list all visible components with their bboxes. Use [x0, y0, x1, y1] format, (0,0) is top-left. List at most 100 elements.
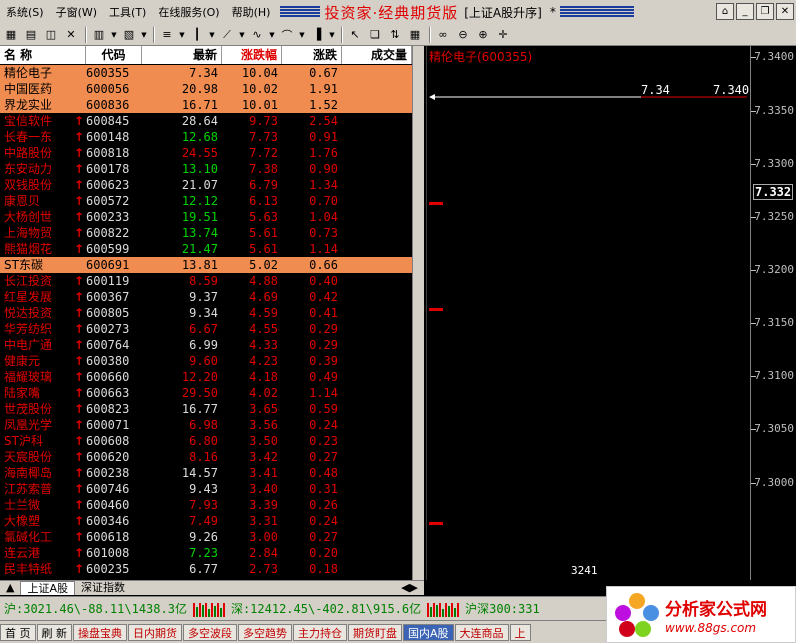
- nav-button[interactable]: 国内A股: [403, 623, 454, 641]
- table-row[interactable]: ST沪科 ↑ 600608 6.80 3.50 0.23: [0, 433, 424, 449]
- nav-button[interactable]: 操盘宝典: [73, 623, 127, 641]
- table-row[interactable]: 宝信软件 ↑ 600845 28.64 9.73 2.54: [0, 113, 424, 129]
- menu-tools[interactable]: 工具(T): [103, 4, 152, 20]
- table-row[interactable]: 中路股份 ↑ 600818 24.55 7.72 1.76: [0, 145, 424, 161]
- table-row[interactable]: 福耀玻璃 ↑ 600660 12.20 4.18 0.49: [0, 369, 424, 385]
- tab-sh-a[interactable]: 上证A股: [20, 581, 75, 595]
- cursor-icon[interactable]: ↖: [346, 26, 364, 44]
- stock-pct: 7.73: [249, 130, 278, 144]
- table-row[interactable]: 健康元 ↑ 600380 9.60 4.23 0.39: [0, 353, 424, 369]
- nav-button[interactable]: 期货盯盘: [348, 623, 402, 641]
- kline-icon[interactable]: ┃: [188, 26, 206, 44]
- header-chg[interactable]: 涨跌: [282, 46, 342, 64]
- chevron-down-icon[interactable]: ▼: [208, 26, 216, 44]
- table-row[interactable]: 长春一东 ↑ 600148 12.68 7.73 0.91: [0, 129, 424, 145]
- header-vol[interactable]: 成交量: [342, 46, 412, 64]
- line-draw-icon[interactable]: ⟋: [218, 26, 236, 44]
- link-icon[interactable]: ∞: [434, 26, 452, 44]
- stock-chg: 1.52: [309, 98, 338, 112]
- stock-pct: 7.72: [249, 146, 278, 160]
- minimize-icon[interactable]: _: [736, 3, 754, 20]
- close-icon[interactable]: ✕: [62, 26, 80, 44]
- table-row[interactable]: 天宸股份 ↑ 600620 8.16 3.42 0.27: [0, 449, 424, 465]
- chart-icon[interactable]: ▧: [120, 26, 138, 44]
- table-row[interactable]: 红星发展 ↑ 600367 9.37 4.69 0.42: [0, 289, 424, 305]
- nav-button[interactable]: 多空波段: [183, 623, 237, 641]
- up-arrow-icon: ↑: [73, 114, 84, 128]
- grid2-icon[interactable]: ▦: [406, 26, 424, 44]
- table-row[interactable]: 界龙实业 600836 16.71 10.01 1.52: [0, 97, 424, 113]
- stock-chg: 0.20: [309, 546, 338, 560]
- wave-icon[interactable]: ∿: [248, 26, 266, 44]
- table-row[interactable]: 凤凰光学 ↑ 600071 6.98 3.56 0.24: [0, 417, 424, 433]
- crosshair-icon[interactable]: ✛: [494, 26, 512, 44]
- table-row[interactable]: 中国医药 600056 20.98 10.02 1.91: [0, 81, 424, 97]
- chevron-down-icon[interactable]: ▼: [298, 26, 306, 44]
- tab-sz-index[interactable]: 深证指数: [75, 581, 131, 595]
- zoomin-icon[interactable]: ⊕: [474, 26, 492, 44]
- menu-online-service[interactable]: 在线服务(O): [152, 4, 225, 20]
- header-pct[interactable]: 涨跌幅: [222, 46, 282, 64]
- header-price[interactable]: 最新: [142, 46, 222, 64]
- tab-prev-icon[interactable]: ▲: [0, 581, 20, 595]
- menu-system[interactable]: 系统(S): [0, 4, 50, 20]
- table-row[interactable]: 熊猫烟花 ↑ 600599 21.47 5.61 1.14: [0, 241, 424, 257]
- stock-name: 宝信软件 ↑: [0, 113, 86, 129]
- table-row[interactable]: 世茂股份 ↑ 600823 16.77 3.65 0.59: [0, 401, 424, 417]
- chevron-down-icon[interactable]: ▼: [140, 26, 148, 44]
- table-row[interactable]: ST东碳 600691 13.81 5.02 0.66: [0, 257, 424, 273]
- table-row[interactable]: 长江投资 ↑ 600119 8.59 4.88 0.40: [0, 273, 424, 289]
- chevron-down-icon[interactable]: ▼: [178, 26, 186, 44]
- chevron-down-icon[interactable]: ▼: [268, 26, 276, 44]
- table-row[interactable]: 大橡塑 ↑ 600346 7.49 3.31 0.24: [0, 513, 424, 529]
- menu-help[interactable]: 帮助(H): [226, 4, 277, 20]
- table-row[interactable]: 大杨创世 ↑ 600233 19.51 5.63 1.04: [0, 209, 424, 225]
- chart-marker: [429, 308, 443, 311]
- table-row[interactable]: 氯碱化工 ↑ 600618 9.26 3.00 0.27: [0, 529, 424, 545]
- menu-subwindow[interactable]: 子窗(W): [50, 4, 103, 20]
- zoomout-icon[interactable]: ⊖: [454, 26, 472, 44]
- chevron-down-icon[interactable]: ▼: [238, 26, 246, 44]
- table-row[interactable]: 江苏索普 ↑ 600746 9.43 3.40 0.31: [0, 481, 424, 497]
- table-row[interactable]: 海南椰岛 ↑ 600238 14.57 3.41 0.48: [0, 465, 424, 481]
- table-row[interactable]: 双钱股份 ↑ 600623 21.07 6.79 1.34: [0, 177, 424, 193]
- pages-icon[interactable]: ❏: [366, 26, 384, 44]
- list-icon[interactable]: ≡: [158, 26, 176, 44]
- restore-icon[interactable]: ❐: [756, 3, 774, 20]
- scroll-arrows-icon[interactable]: ◀▶: [395, 581, 424, 595]
- table-row[interactable]: 东安动力 ↑ 600178 13.10 7.38 0.90: [0, 161, 424, 177]
- table-row[interactable]: 连云港 ↑ 601008 7.23 2.84 0.20: [0, 545, 424, 561]
- table-row[interactable]: 悦达投资 ↑ 600805 9.34 4.59 0.41: [0, 305, 424, 321]
- grid-icon[interactable]: ▦: [2, 26, 20, 44]
- table-icon[interactable]: ▥: [90, 26, 108, 44]
- table-row[interactable]: 康恩贝 ↑ 600572 12.12 6.13 0.70: [0, 193, 424, 209]
- nav-button[interactable]: 首 页: [0, 623, 36, 641]
- table-row[interactable]: 华芳纺织 ↑ 600273 6.67 4.55 0.29: [0, 321, 424, 337]
- home-icon[interactable]: ⌂: [716, 3, 734, 20]
- nav-button[interactable]: 多空趋势: [238, 623, 292, 641]
- nav-button[interactable]: 刷 新: [36, 623, 72, 641]
- close-icon[interactable]: ✕: [776, 3, 794, 20]
- table-row[interactable]: 陆家嘴 ↑ 600663 29.50 4.02 1.14: [0, 385, 424, 401]
- bar-icon[interactable]: ▐: [308, 26, 326, 44]
- chevron-down-icon[interactable]: ▼: [328, 26, 336, 44]
- table-scrollbar[interactable]: [412, 46, 424, 580]
- table-row[interactable]: 上海物贸 ↑ 600822 13.74 5.61 0.73: [0, 225, 424, 241]
- table-row[interactable]: 民丰特纸 ↑ 600235 6.77 2.73 0.18: [0, 561, 424, 577]
- arrows-icon[interactable]: ⇅: [386, 26, 404, 44]
- nav-button[interactable]: 主力持仓: [293, 623, 347, 641]
- table-row[interactable]: 中电广通 ↑ 600764 6.99 4.33 0.29: [0, 337, 424, 353]
- nav-button[interactable]: 上: [509, 623, 531, 641]
- table-row[interactable]: 精伦电子 600355 7.34 10.04 0.67: [0, 65, 424, 81]
- chevron-down-icon[interactable]: ▼: [110, 26, 118, 44]
- nav-button[interactable]: 日内期货: [128, 623, 182, 641]
- curve-icon[interactable]: ⌒: [278, 26, 296, 44]
- header-name[interactable]: 名 称: [0, 46, 86, 64]
- header-code[interactable]: 代码: [86, 46, 142, 64]
- split-icon[interactable]: ◫: [42, 26, 60, 44]
- table-row[interactable]: 士兰微 ↑ 600460 7.93 3.39 0.26: [0, 497, 424, 513]
- layout-icon[interactable]: ▤: [22, 26, 40, 44]
- toolbar-separator: [341, 26, 343, 43]
- stock-name: 上海物贸 ↑: [0, 225, 86, 241]
- nav-button[interactable]: 大连商品: [454, 623, 509, 641]
